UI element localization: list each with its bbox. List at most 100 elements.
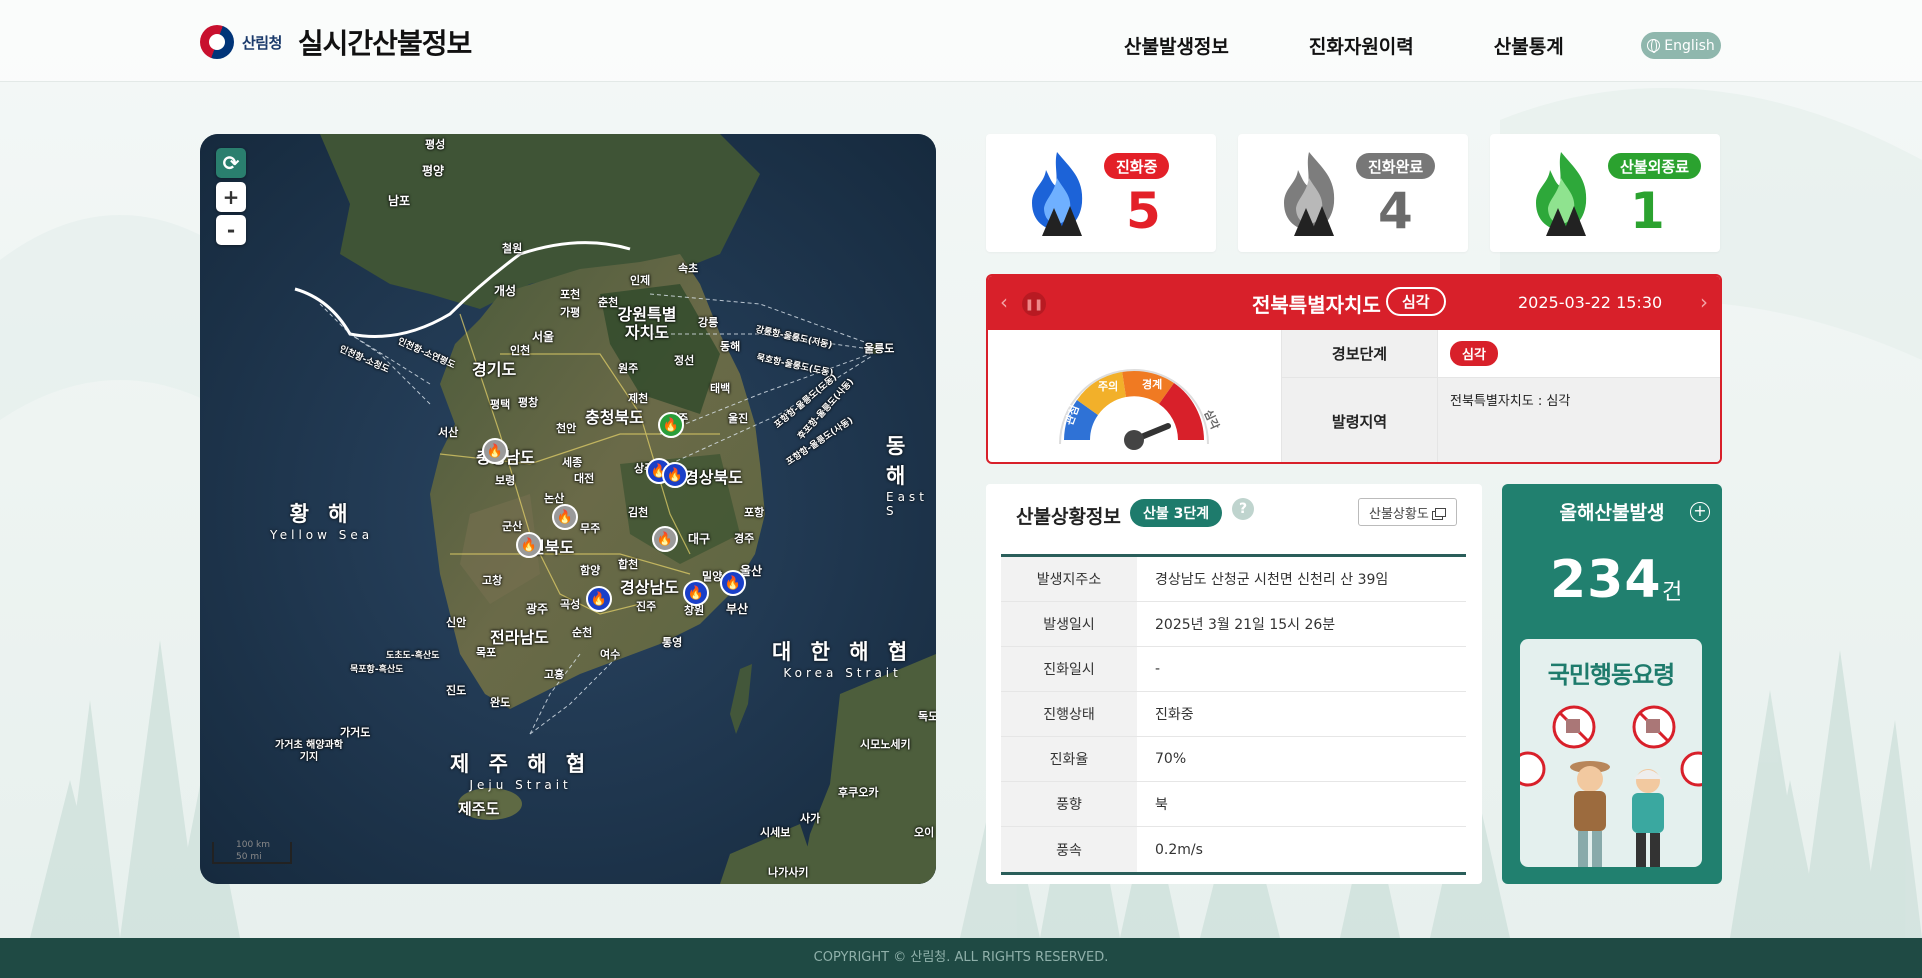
risk-gauge: 관심 주의 경계 심각 [1059,369,1223,450]
yearly-unit: 건 [1662,580,1683,605]
city-label: 서산 [438,426,459,439]
region-label: 전라남도 [490,628,549,647]
fire-marker-completed[interactable]: 🔥 [482,438,508,464]
city-label: 울릉도 [864,342,895,355]
fire-icon: 🔥 [656,531,674,547]
stat-card-in-progress[interactable]: 진화중 5 [986,134,1216,252]
situation-map-label: 산불상황도 [1369,506,1429,522]
city-label: 서울 [532,330,555,344]
fire-marker-completed[interactable]: 🔥 [652,526,678,552]
city-label: 남포 [388,194,411,208]
yearly-count: 234 [1550,550,1662,610]
fire-marker-completed[interactable]: 🔥 [516,532,542,558]
main-nav: 산불발생정보 진화자원이력 산불통계 [1124,32,1644,59]
situation-map-button[interactable]: 산불상황도 [1358,498,1457,526]
row-value: 경상남도 산청군 시천면 신천리 산 39임 [1155,572,1389,588]
zoom-out-button[interactable]: - [216,215,246,245]
city-label: 태백 [710,382,731,395]
table-row: 발생일시 2025년 3월 21일 15시 26분 [1001,602,1466,647]
stat-card-completed[interactable]: 진화완료 4 [1238,134,1468,252]
city-label: 신안 [446,616,467,629]
alert-level-badge: 심각 [1386,287,1446,316]
gauge-label-caution: 주의 [1098,379,1118,393]
region-label: 강원특별 자치도 [617,305,677,342]
city-label: 평양 [422,164,445,178]
map-scale-bar: 100 km 50 mi [212,840,292,864]
sea-label-east-sea: 동 해 East S [886,434,928,518]
fire-marker-active[interactable]: 🔥 [586,586,612,612]
alert-row-value: 전북특별자치도 : 심각 [1438,378,1720,462]
nav-resource-history[interactable]: 진화자원이력 [1309,32,1414,59]
city-label: 제천 [628,392,649,405]
org-name: 산림청 [242,33,282,52]
fire-marker-active[interactable]: 🔥 [683,580,709,606]
row-label: 진행상태 [1001,692,1137,736]
info-table: 발생지주소 경상남도 산청군 시천면 신천리 산 39임 발생일시 2025년 3월… [1001,554,1466,875]
chevron-left-icon[interactable]: ‹ [1000,290,1008,314]
fire-situation-panel: 산불상황정보 산불 3단계 ? 산불상황도 발생지주소 경상남도 산청군 시천면 … [986,484,1482,884]
ferry-route-label: 목포항-흑산도 [350,665,404,675]
stat-card-non-fire-end[interactable]: 산불외종료 1 [1490,134,1720,252]
row-label: 발생일시 [1001,602,1137,646]
fire-icon: 🔥 [556,509,574,525]
nav-fire-statistics[interactable]: 산불통계 [1494,32,1564,59]
fire-icon: 🔥 [486,443,504,459]
place-label: 가거초 해양과학기지 [275,740,343,763]
city-label: 고흥 [544,668,565,681]
sea-label-yellow-sea: 황 해 Yellow Sea [270,502,374,542]
yearly-fire-panel: 올해산불발생 + 234 건 국민행동요령 [1502,484,1722,884]
fire-icon: 🔥 [724,575,742,591]
city-label: 통영 [662,636,683,649]
table-row: 진화율 70% [1001,737,1466,782]
public-action-guide-banner[interactable]: 국민행동요령 [1520,639,1702,867]
refresh-icon: ⟳ [222,151,240,175]
site-footer: COPYRIGHT © 산림청. ALL RIGHTS RESERVED. [0,938,1922,978]
city-label: 보령 [495,474,516,487]
fire-marker-completed[interactable]: 🔥 [552,504,578,530]
city-label: 대구 [688,532,711,546]
row-label: 진화일시 [1001,647,1137,691]
city-label: 동해 [720,340,741,353]
info-title: 산불상황정보 [1016,506,1121,528]
fire-blue-icon [1032,152,1083,236]
gauge-label-alert: 경계 [1142,377,1162,391]
status-badge: 진화중 [1104,153,1170,179]
alert-row-level: 경보단계 심각 [1282,330,1720,378]
fire-marker-extinguished-other[interactable]: 🔥 [658,412,684,438]
ferry-route-label: 도초도-흑산도 [386,651,440,661]
city-label: 함양 [580,564,601,577]
zoom-in-button[interactable]: + [216,182,246,212]
city-label: 가거도 [340,726,371,739]
fire-icon: 🔥 [666,467,684,483]
hikers-illustration [1520,705,1702,867]
fire-marker-active[interactable]: 🔥 [720,570,746,596]
region-label: 경상북도 [684,468,743,487]
level-pill: 심각 [1450,341,1498,366]
fire-marker-active[interactable]: 🔥 [662,462,688,488]
region-label: 경상남도 [620,578,679,597]
city-label: 진주 [636,600,657,613]
pause-icon[interactable]: ❚❚ [1022,292,1046,316]
plus-icon[interactable]: + [1690,502,1710,522]
stat-count: 5 [1126,182,1161,240]
city-label: 목포 [476,646,497,659]
help-icon[interactable]: ? [1232,498,1254,520]
city-label: 완도 [490,696,511,709]
fire-map[interactable]: ⟳ + - 강원특별 자치도 경기도 충청북도 충청남도 경상북도 전북도 경상… [200,134,936,884]
city-label: 속초 [678,262,699,275]
site-logo[interactable]: 산림청 실시간산불정보 [200,22,472,62]
map-refresh-button[interactable]: ⟳ [216,148,246,178]
gauge-label-serious: 심각 [1201,407,1222,431]
city-label: 철원 [502,242,523,255]
language-toggle-button[interactable]: English [1641,32,1721,59]
row-value: 70% [1155,751,1187,767]
chevron-right-icon[interactable]: › [1700,290,1708,314]
stat-count: 1 [1630,182,1665,240]
table-row: 발생지주소 경상남도 산청군 시천면 신천리 산 39임 [1001,557,1466,602]
city-label: 강릉 [698,316,719,329]
city-label: 오이 [914,826,935,839]
city-label: 개성 [494,284,517,298]
site-title: 실시간산불정보 [297,27,472,60]
city-label: 세종 [562,456,583,469]
nav-fire-occurrence[interactable]: 산불발생정보 [1124,32,1229,59]
